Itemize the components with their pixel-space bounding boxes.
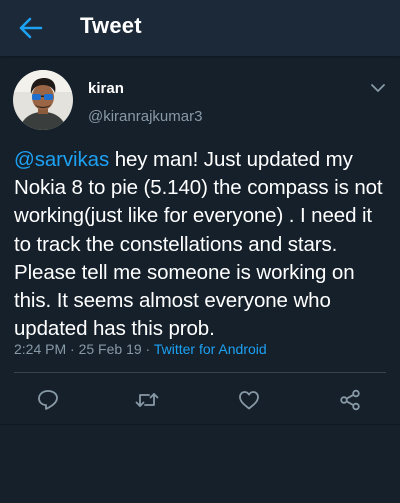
mention-link[interactable]: @sarvikas	[14, 148, 109, 171]
tweet-meta: 2:24 PM · 25 Feb 19 · Twitter for Androi…	[14, 341, 267, 357]
share-icon	[340, 389, 360, 411]
share-button[interactable]	[334, 384, 366, 416]
tweet-source-link[interactable]: Twitter for Android	[154, 341, 267, 357]
chevron-down-icon	[371, 83, 385, 92]
action-bar	[0, 384, 400, 416]
arrow-left-icon	[19, 17, 43, 39]
retweet-icon	[135, 393, 159, 407]
tweet-time: 2:24 PM	[14, 341, 67, 357]
reply-icon	[38, 390, 58, 410]
heart-icon	[239, 391, 259, 410]
like-button[interactable]	[233, 384, 265, 416]
display-name[interactable]: kiran	[88, 80, 124, 97]
user-handle[interactable]: @kiranrajkumar3	[88, 108, 202, 125]
divider	[0, 424, 400, 425]
avatar-image	[13, 70, 73, 130]
tweet-menu-button[interactable]	[368, 80, 388, 96]
page-title: Tweet	[80, 13, 142, 38]
top-app-bar: Tweet	[0, 0, 400, 56]
retweet-button[interactable]	[131, 384, 163, 416]
back-button[interactable]	[14, 12, 48, 44]
tweet-date: 25 Feb 19	[78, 341, 142, 357]
avatar[interactable]	[13, 70, 73, 130]
meta-separator: ·	[145, 341, 151, 357]
reply-button[interactable]	[32, 384, 64, 416]
tweet-text: @sarvikas hey man! Just updated my Nokia…	[14, 146, 390, 343]
meta-separator: ·	[70, 341, 75, 357]
divider	[14, 372, 386, 373]
tweet-body: hey man! Just updated my Nokia 8 to pie …	[14, 148, 383, 341]
